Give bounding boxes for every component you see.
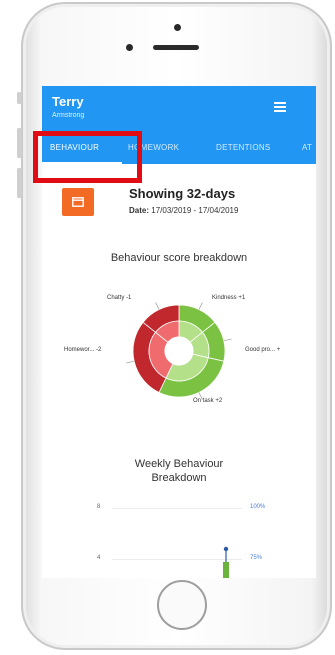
earpiece-speaker: [153, 45, 199, 50]
mute-switch: [17, 92, 22, 104]
volume-down-button: [17, 168, 22, 198]
home-button[interactable]: [157, 580, 207, 630]
front-camera: [174, 24, 181, 31]
volume-up-button: [17, 128, 22, 158]
weekly-bar: [223, 562, 229, 578]
proximity-sensor: [126, 44, 133, 51]
weekly-trend-point: [223, 546, 229, 552]
behaviour-tab-highlight: [33, 131, 142, 183]
